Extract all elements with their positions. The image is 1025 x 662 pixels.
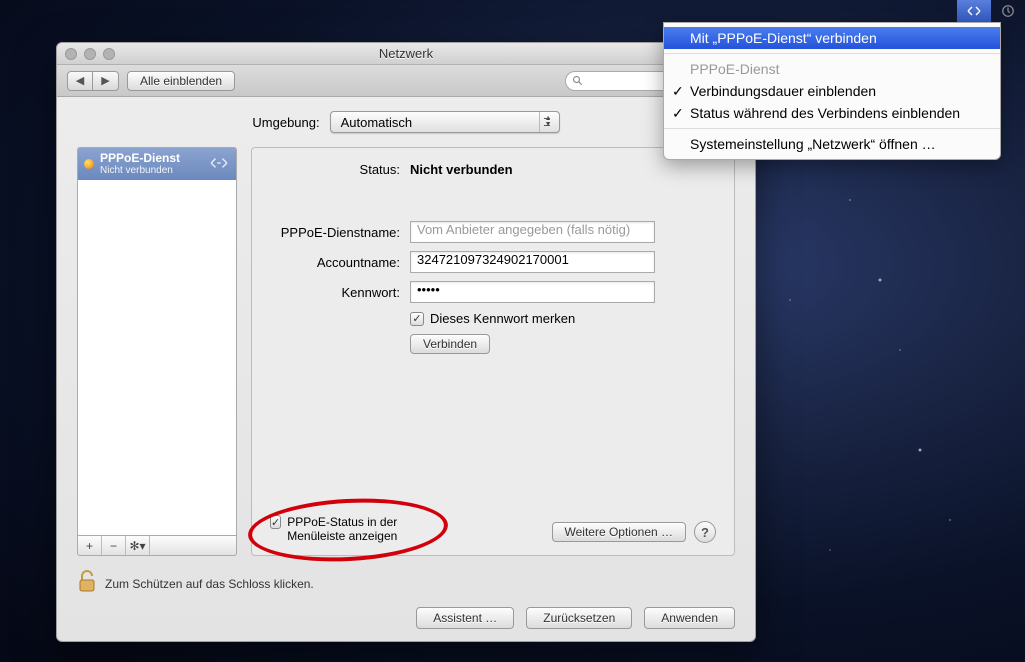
traffic-lights[interactable] [65,48,115,60]
zoom-button[interactable] [103,48,115,60]
password-label: Kennwort: [270,285,410,300]
toolbar: ◀ ▶ Alle einblenden [57,65,755,97]
apply-button[interactable]: Anwenden [644,607,735,629]
service-list[interactable]: PPPoE-Dienst Nicht verbunden [77,147,237,536]
menu-open-network-prefs[interactable]: Systemeinstellung „Netzwerk“ öffnen … [664,133,1000,155]
forward-button[interactable]: ▶ [93,71,119,91]
service-sidebar: PPPoE-Dienst Nicht verbunden + − ✻▾ [77,147,237,556]
menu-connect[interactable]: Mit „PPPoE-Dienst“ verbinden [664,27,1000,49]
service-actions-button[interactable]: ✻▾ [126,536,150,555]
assistant-button[interactable]: Assistent … [416,607,514,629]
pppoe-name-label: PPPoE-Dienstname: [270,225,410,240]
remove-service-button[interactable]: − [102,536,126,555]
connect-button[interactable]: Verbinden [410,334,490,354]
status-value: Nicht verbunden [410,162,716,177]
titlebar[interactable]: Netzwerk [57,43,755,65]
service-list-toolbar: + − ✻▾ [77,536,237,556]
remember-password-checkbox[interactable]: ✓ [410,312,424,326]
menu-separator [664,53,1000,54]
menu-separator [664,128,1000,129]
lock-icon[interactable] [77,570,97,597]
password-input[interactable]: ••••• [410,281,655,303]
timemachine-icon[interactable] [991,0,1025,22]
pppoe-dropdown: Mit „PPPoE-Dienst“ verbinden PPPoE-Diens… [663,22,1001,160]
lock-text: Zum Schützen auf das Schloss klicken. [105,577,314,591]
menu-show-status[interactable]: Status während des Verbindens einblenden [664,102,1000,124]
list-toolbar-spacer [150,536,236,555]
search-icon [572,75,584,87]
window-title: Netzwerk [379,46,433,61]
status-indicator-icon [84,159,94,169]
show-in-menubar-checkbox[interactable]: ✓ [270,515,281,529]
network-window: Netzwerk ◀ ▶ Alle einblenden Umgebung: A… [56,42,756,642]
menu-show-duration[interactable]: Verbindungsdauer einblenden [664,80,1000,102]
minimize-button[interactable] [84,48,96,60]
environment-popup[interactable]: Automatisch ▲▼ [330,111,560,133]
revert-button[interactable]: Zurücksetzen [526,607,632,629]
account-input[interactable]: 324721097324902170001 [410,251,655,273]
detail-panel: Status: Nicht verbunden PPPoE-Dienstname… [251,147,735,556]
more-options-button[interactable]: Weitere Optionen … [552,522,687,542]
help-button[interactable]: ? [694,521,716,543]
close-button[interactable] [65,48,77,60]
show-in-menubar-label: PPPoE-Status in der Menüleiste anzeigen [287,515,450,543]
pppoe-name-input[interactable]: Vom Anbieter angegeben (falls nötig) [410,221,655,243]
menu-service-header: PPPoE-Dienst [664,58,1000,80]
show-all-button[interactable]: Alle einblenden [127,71,235,91]
service-status: Nicht verbunden [100,165,202,176]
back-button[interactable]: ◀ [67,71,93,91]
environment-value: Automatisch [341,115,413,130]
environment-label: Umgebung: [252,115,319,130]
pppoe-menubar-icon[interactable] [957,0,991,22]
pppoe-connector-icon [208,156,230,173]
service-name: PPPoE-Dienst [100,152,202,165]
popup-arrows-icon: ▲▼ [539,112,557,132]
service-item-pppoe[interactable]: PPPoE-Dienst Nicht verbunden [78,148,236,180]
account-label: Accountname: [270,255,410,270]
status-label: Status: [270,162,410,177]
menubar [957,0,1025,22]
add-service-button[interactable]: + [78,536,102,555]
remember-password-label: Dieses Kennwort merken [430,311,575,326]
